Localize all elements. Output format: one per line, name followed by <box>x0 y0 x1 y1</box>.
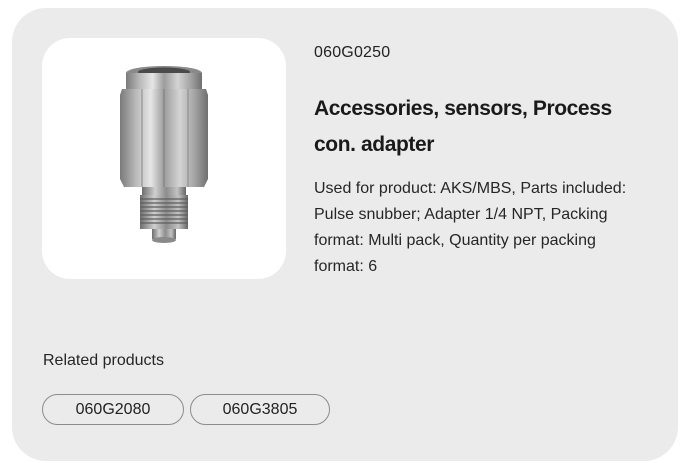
product-title: Accessories, sensors, Process con. adapt… <box>314 97 612 156</box>
adapter-fitting-icon <box>120 65 208 243</box>
product-image <box>42 38 286 279</box>
product-sku: 060G0250 <box>314 44 391 61</box>
related-products-list: 060G2080 060G3805 <box>42 394 330 425</box>
product-description: Used for product: AKS/MBS, Parts include… <box>314 180 627 275</box>
related-product-chip-060G3805[interactable]: 060G3805 <box>190 394 330 425</box>
related-product-chip-060G2080[interactable]: 060G2080 <box>42 394 184 425</box>
related-products-heading: Related products <box>43 352 164 369</box>
product-card: 060G0250 Accessories, sensors, Process c… <box>12 8 678 461</box>
